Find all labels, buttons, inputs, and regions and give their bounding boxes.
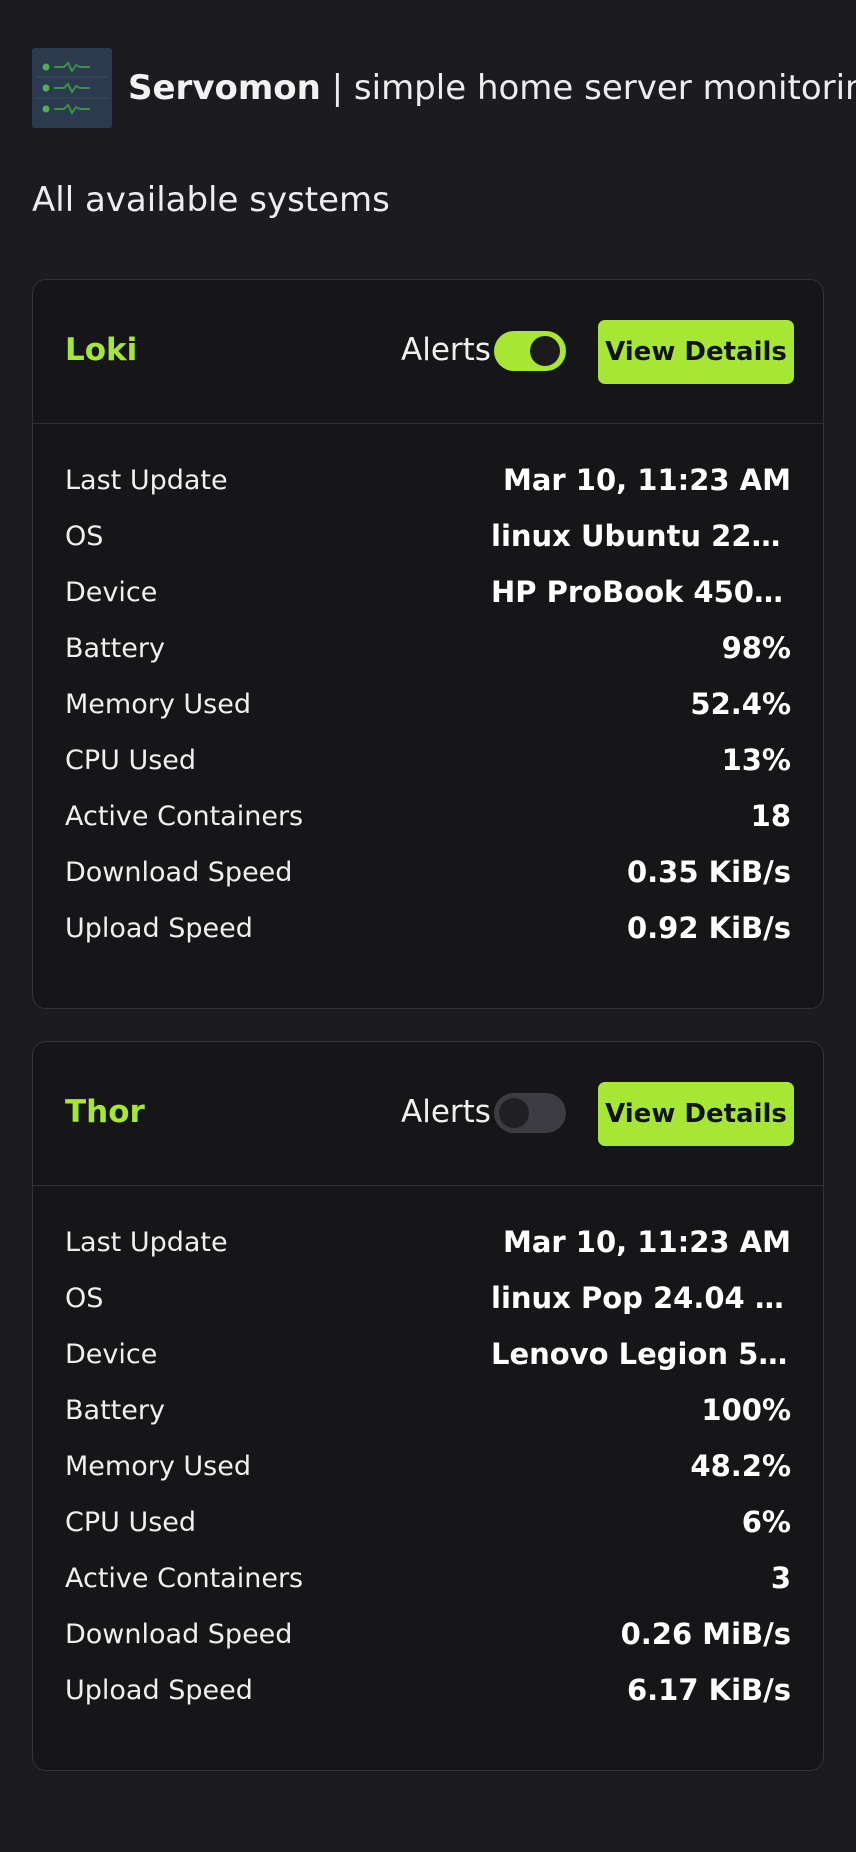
stat-row-upload-speed: Upload Speed 0.92 KiB/s [65,900,791,956]
alerts-toggle[interactable] [494,331,566,371]
app-header: Servomon | simple home server monitoring [32,48,856,128]
stat-value: 100% [701,1393,791,1427]
stat-label: Device [65,1338,158,1370]
stat-row-memory-used: Memory Used 48.2% [65,1438,791,1494]
section-title: All available systems [32,180,390,220]
system-name: Thor [65,1094,145,1130]
page: Servomon | simple home server monitoring… [0,0,856,1852]
app-title: Servomon | simple home server monitoring [128,68,856,108]
stat-row-cpu-used: CPU Used 6% [65,1494,791,1550]
system-card-thor: Thor Alerts View Details Last Update Mar… [32,1041,824,1771]
stat-value: 6% [741,1505,791,1539]
stat-label: Download Speed [65,856,293,888]
stat-label: Upload Speed [65,1674,253,1706]
stat-row-last-update: Last Update Mar 10, 11:23 AM [65,452,791,508]
stat-label: Memory Used [65,1450,251,1482]
brand-tagline: | simple home server monitoring [331,68,856,108]
stat-value: Mar 10, 11:23 AM [502,1225,791,1259]
stat-value: linux Ubuntu 22.0... [491,519,791,553]
stat-value: 3 [770,1561,791,1595]
stat-row-download-speed: Download Speed 0.26 MiB/s [65,1606,791,1662]
stat-row-battery: Battery 98% [65,620,791,676]
system-card-header: Thor Alerts View Details [33,1042,823,1186]
brand-name: Servomon [128,68,321,108]
stat-value: Mar 10, 11:23 AM [502,463,791,497]
stat-label: Battery [65,632,165,664]
stat-row-battery: Battery 100% [65,1382,791,1438]
stat-label: Download Speed [65,1618,293,1650]
system-card-header: Loki Alerts View Details [33,280,823,424]
stat-label: CPU Used [65,744,197,776]
system-stats: Last Update Mar 10, 11:23 AM OS linux Po… [33,1186,823,1718]
view-details-button[interactable]: View Details [598,320,794,384]
server-rack-icon [32,48,112,128]
stat-value: 52.4% [690,687,791,721]
alerts-label: Alerts [401,1094,491,1130]
stat-row-memory-used: Memory Used 52.4% [65,676,791,732]
system-stats: Last Update Mar 10, 11:23 AM OS linux Ub… [33,424,823,956]
stat-row-last-update: Last Update Mar 10, 11:23 AM [65,1214,791,1270]
stat-label: Last Update [65,464,228,496]
stat-value: Lenovo Legion 5 1... [491,1337,791,1371]
stat-value: 0.35 KiB/s [626,855,791,889]
stat-value: 13% [721,743,791,777]
stat-row-cpu-used: CPU Used 13% [65,732,791,788]
stat-label: OS [65,520,104,552]
stat-label: Upload Speed [65,912,253,944]
stat-label: Memory Used [65,688,251,720]
stat-row-download-speed: Download Speed 0.35 KiB/s [65,844,791,900]
stat-label: CPU Used [65,1506,197,1538]
stat-row-active-containers: Active Containers 18 [65,788,791,844]
stat-value: 48.2% [690,1449,791,1483]
stat-value: linux Pop 24.04 LTS [491,1281,791,1315]
alerts-label: Alerts [401,332,491,368]
system-name: Loki [65,332,138,368]
stat-label: Active Containers [65,800,304,832]
stat-label: Battery [65,1394,165,1426]
view-details-button[interactable]: View Details [598,1082,794,1146]
stat-value: 18 [750,799,791,833]
toggle-knob [499,1098,529,1128]
stat-value: 6.17 KiB/s [626,1673,791,1707]
stat-value: 0.92 KiB/s [626,911,791,945]
toggle-knob [530,336,560,366]
alerts-toggle[interactable] [494,1093,566,1133]
stat-label: Last Update [65,1226,228,1258]
stat-value: 98% [721,631,791,665]
stat-row-device: Device HP ProBook 450 G3 [65,564,791,620]
stat-value: 0.26 MiB/s [620,1617,791,1651]
stat-row-device: Device Lenovo Legion 5 1... [65,1326,791,1382]
system-card-loki: Loki Alerts View Details Last Update Mar… [32,279,824,1009]
stat-label: Device [65,576,158,608]
stat-label: Active Containers [65,1562,304,1594]
stat-row-os: OS linux Ubuntu 22.0... [65,508,791,564]
stat-value: HP ProBook 450 G3 [491,575,791,609]
stat-row-os: OS linux Pop 24.04 LTS [65,1270,791,1326]
stat-row-upload-speed: Upload Speed 6.17 KiB/s [65,1662,791,1718]
stat-row-active-containers: Active Containers 3 [65,1550,791,1606]
stat-label: OS [65,1282,104,1314]
